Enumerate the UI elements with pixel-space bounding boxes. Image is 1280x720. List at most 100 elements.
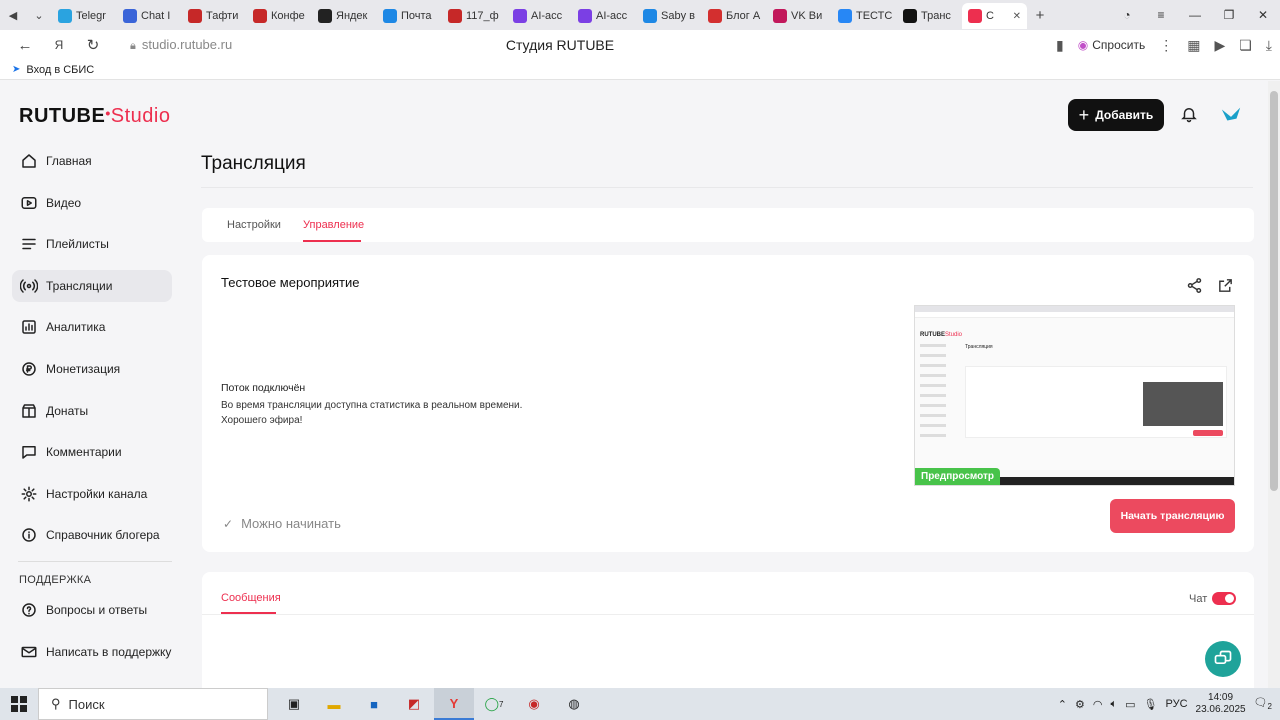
menu-icon[interactable]: ≡ — [1144, 8, 1178, 22]
browser-tab[interactable]: Тафти — [182, 3, 247, 29]
obs-icon[interactable]: ◍ — [554, 688, 594, 720]
share-icon[interactable] — [1186, 277, 1203, 297]
bookmarks-bar: ➤ Вход в СБИС — [0, 60, 1280, 80]
profile-icon[interactable]: ◔ — [1110, 8, 1144, 22]
status-line-2: Хорошего эфира! — [221, 415, 303, 426]
reload-icon[interactable]: ↻ — [76, 36, 110, 54]
windows-taskbar: ⚲ Поиск ▣ ▬ ■ ◩ Y ◯ 7 ◉ ◍ ⌃ ⚙ ◠ 🔈︎ ▭ 🎙︎ Р… — [0, 688, 1280, 720]
browser-tab[interactable]: Chat I — [117, 3, 182, 29]
more-icon[interactable]: ⋮ — [1159, 37, 1173, 54]
chevron-down-icon[interactable]: ⌄ — [26, 0, 52, 30]
sidebar-item[interactable]: Вопросы и ответы — [12, 594, 172, 626]
add-button-label: Добавить — [1095, 108, 1154, 122]
ask-label: Спросить — [1092, 38, 1146, 52]
sidebar-item[interactable]: Аналитика — [12, 311, 172, 343]
taskbar-clock[interactable]: 14:09 23.06.2025 — [1196, 692, 1246, 716]
browser-tab[interactable]: Яндек — [312, 3, 377, 29]
page-scrollbar[interactable] — [1268, 81, 1280, 688]
studio-app: RUTUBE•Studio + Добавить Главная Видео Пле… — [0, 81, 1268, 688]
browser-tab[interactable]: VK Ви — [767, 3, 832, 29]
browser-tab[interactable]: Транс — [897, 3, 962, 29]
minimize-icon[interactable]: — — [1178, 8, 1212, 22]
bookmark-icon[interactable]: ▮ — [1056, 37, 1064, 54]
download-icon[interactable]: ⤓ — [1266, 37, 1272, 54]
tab-manage[interactable]: Управление — [303, 219, 364, 231]
browser-tab[interactable]: ТЕСТС — [832, 3, 897, 29]
sidebar-item[interactable]: Комментарии — [12, 436, 172, 468]
sidebar-item-label: Справочник блогера — [46, 528, 160, 543]
task-view-icon[interactable]: ▣ — [274, 688, 314, 720]
sidebar-item[interactable]: Справочник блогера — [12, 519, 172, 551]
whatsapp-icon[interactable]: ◯ 7 — [474, 688, 514, 720]
close-tab-icon[interactable]: ✕ — [1013, 11, 1021, 22]
yandex-browser-icon[interactable]: Y — [434, 688, 474, 720]
browser-tab[interactable]: Конфе — [247, 3, 312, 29]
open-external-icon[interactable] — [1217, 277, 1234, 297]
tray-volume-icon[interactable]: 🔈︎ — [1111, 698, 1118, 711]
browser-tab[interactable]: Saby в — [637, 3, 702, 29]
collections-icon[interactable]: ❏ — [1239, 37, 1252, 54]
app-icon[interactable]: ◩ — [394, 688, 434, 720]
browser-tab[interactable]: 117_ф — [442, 3, 507, 29]
close-icon[interactable]: ✕ — [1246, 8, 1280, 22]
sidebar-item[interactable]: Главная — [12, 145, 172, 177]
sidebar-item[interactable]: Донаты — [12, 395, 172, 427]
support-chat-button[interactable] — [1205, 641, 1241, 677]
tray-lang[interactable]: РУС — [1165, 698, 1187, 710]
system-tray: ⌃ ⚙ ◠ 🔈︎ ▭ 🎙︎ РУС 14:09 23.06.2025 🗨︎2 — [1058, 692, 1280, 716]
avatar[interactable] — [1220, 104, 1242, 126]
extensions-icon[interactable]: ▦ — [1187, 37, 1200, 54]
chat-toggle[interactable] — [1212, 592, 1236, 605]
recorder-icon[interactable]: ◉ — [514, 688, 554, 720]
page-title: Трансляция — [201, 153, 306, 174]
notifications-icon[interactable]: 🗨︎2 — [1254, 696, 1272, 711]
add-button[interactable]: + Добавить — [1068, 99, 1164, 131]
preview-nested — [1143, 382, 1223, 426]
home-icon — [20, 152, 38, 170]
browser-tab[interactable]: С ✕ — [962, 3, 1027, 29]
maximize-icon[interactable]: ❐ — [1212, 8, 1246, 22]
sidebar-item[interactable]: Написать в поддержку — [12, 636, 172, 668]
browser-tab[interactable]: Telegr — [52, 3, 117, 29]
tray-wifi-icon[interactable]: ◠ — [1093, 698, 1103, 711]
window-controls: ◔ ≡ — ❐ ✕ — [1110, 8, 1280, 22]
browser-tab[interactable]: Блог А — [702, 3, 767, 29]
browser-tab[interactable]: Почта — [377, 3, 442, 29]
sidebar-item[interactable]: Трансляции — [12, 269, 172, 302]
browser-tab-bar: ◀ ⌄ Telegr Chat I Тафти Конфе Яндек Почта 117_… — [0, 0, 1280, 30]
yandex-icon[interactable]: Я — [42, 38, 76, 52]
bell-icon[interactable] — [1180, 105, 1198, 128]
browser-tab[interactable]: AI-асс — [572, 3, 637, 29]
info-icon — [20, 526, 38, 544]
scrollbar-thumb[interactable] — [1270, 91, 1278, 491]
url-field[interactable]: 🔒︎ studio.rutube.ru — [130, 37, 232, 53]
store-icon[interactable]: ■ — [354, 688, 394, 720]
sidebar-item[interactable]: Видео — [12, 187, 172, 219]
preview-title: Трансляция — [965, 344, 993, 350]
new-tab-icon[interactable]: + — [1027, 0, 1053, 30]
back-icon[interactable]: ← — [8, 37, 42, 54]
ask-button[interactable]: ◉ Спросить — [1078, 38, 1145, 52]
video-ext-icon[interactable]: ▶ — [1214, 37, 1225, 54]
file-explorer-icon[interactable]: ▬ — [314, 688, 354, 720]
tray-app-icon[interactable]: ⚙ — [1075, 698, 1085, 711]
tab-favicon-icon — [968, 9, 982, 23]
browser-tab[interactable]: AI-асс — [507, 3, 572, 29]
tray-chevron-icon[interactable]: ⌃ — [1058, 698, 1067, 711]
tray-display-icon[interactable]: ▭ — [1125, 698, 1135, 711]
rutube-studio-logo[interactable]: RUTUBE•Studio — [19, 105, 170, 128]
tab-messages[interactable]: Сообщения — [221, 592, 281, 604]
start-broadcast-button[interactable]: Начать трансляцию — [1110, 499, 1235, 533]
sidebar-item[interactable]: Плейлисты — [12, 228, 172, 260]
taskbar-search[interactable]: ⚲ Поиск — [38, 688, 268, 720]
windows-start-icon[interactable] — [0, 688, 38, 720]
stream-preview[interactable]: RUTUBEStudio Трансляция Предпросмотр — [914, 305, 1235, 486]
sound-icon[interactable]: ◀ — [0, 0, 26, 30]
sidebar-item[interactable]: Настройки канала — [12, 478, 172, 510]
tab-settings[interactable]: Настройки — [227, 219, 281, 231]
bookmark-sbis[interactable]: Вход в СБИС — [26, 64, 94, 76]
sidebar-item[interactable]: Монетизация — [12, 353, 172, 385]
tray-mic-icon[interactable]: 🎙︎ — [1144, 698, 1158, 711]
sidebar: Главная Видео Плейлисты Трансляции Аналитика… — [12, 145, 172, 677]
browser-tab-label: ТЕСТС — [856, 10, 893, 22]
